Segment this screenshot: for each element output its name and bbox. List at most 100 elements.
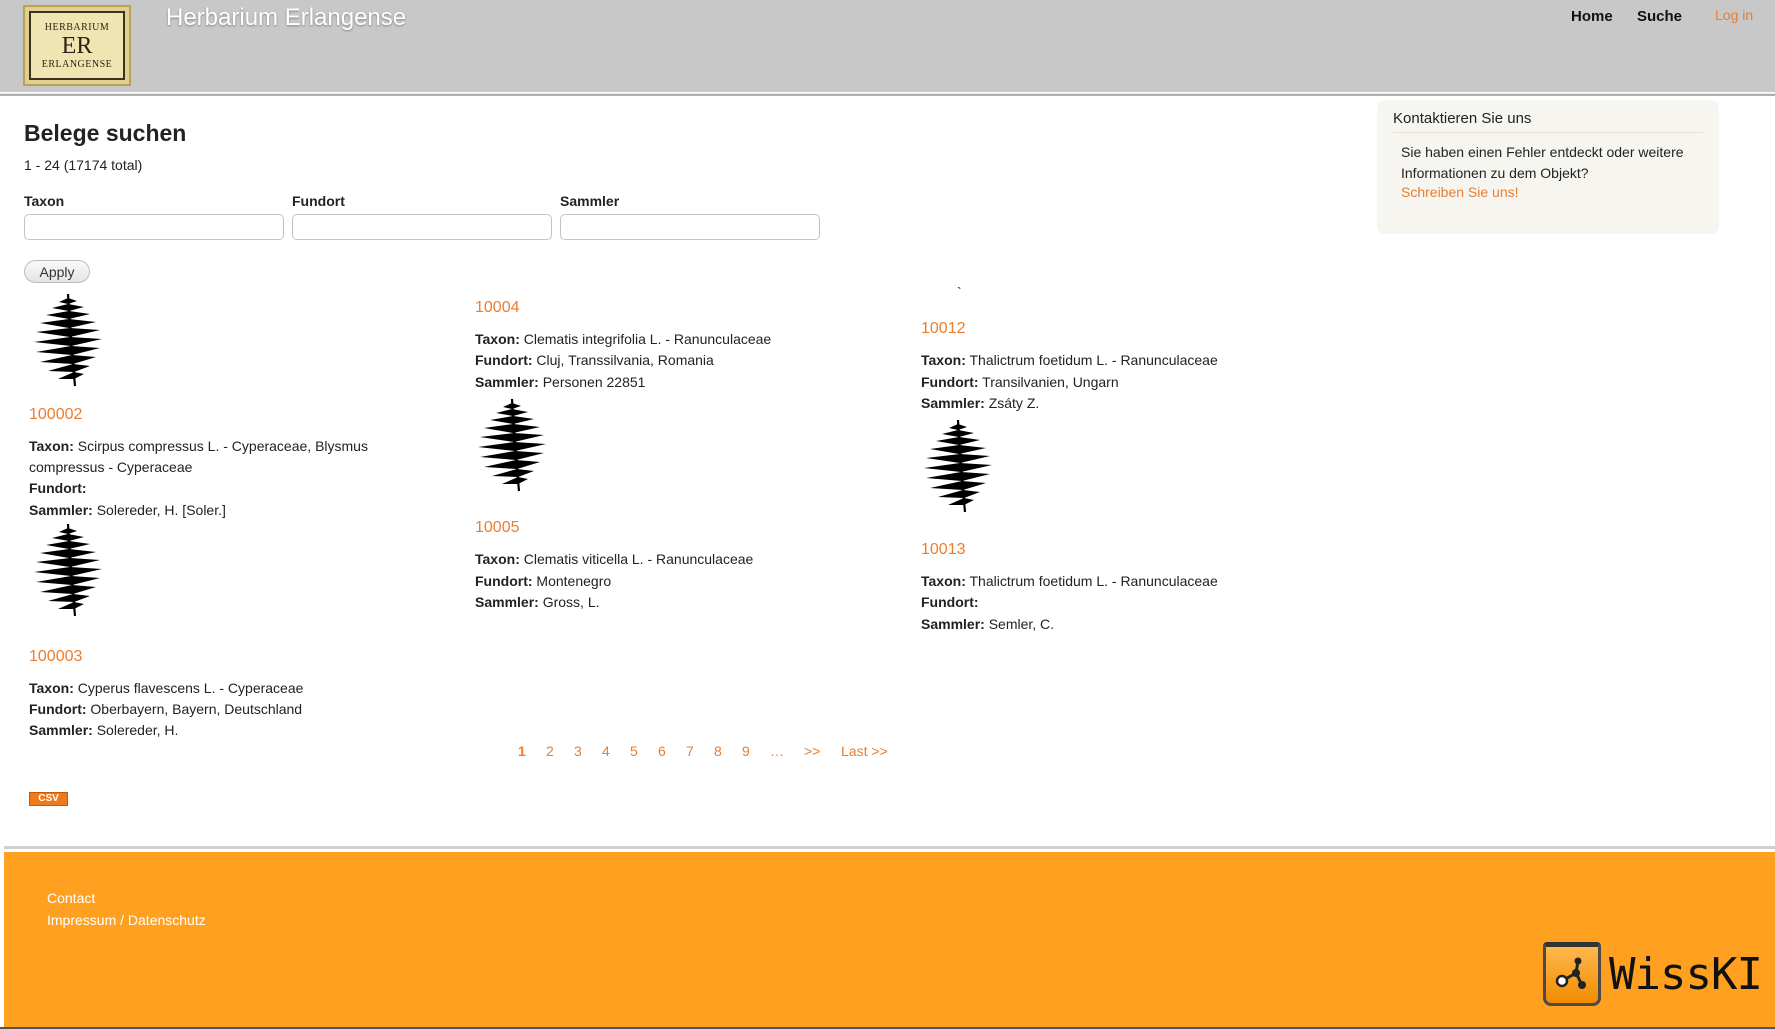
fundort-value: Transilvanien, Ungarn bbox=[982, 374, 1119, 390]
header-divider bbox=[0, 93, 1775, 96]
wisski-wordmark: WissKI bbox=[1609, 948, 1763, 1000]
record-taxon-continued: compressus - Cyperaceae bbox=[29, 459, 193, 475]
result-count: 1 - 24 (17174 total) bbox=[24, 157, 143, 173]
sammler-value: Personen 22851 bbox=[542, 374, 646, 390]
fundort-value: Montenegro bbox=[536, 573, 612, 589]
sammler-label: Sammler: bbox=[921, 395, 985, 411]
record-id-link[interactable]: 100002 bbox=[29, 406, 82, 424]
record-sammler: Sammler: Solereder, H. [Soler.] bbox=[29, 500, 226, 521]
filter-label-taxon: Taxon bbox=[24, 193, 65, 209]
record-taxon: Taxon: Scirpus compressus L. - Cyperacea… bbox=[29, 436, 368, 457]
record-taxon: Taxon: Clematis viticella L. - Ranuncula… bbox=[475, 549, 753, 570]
record-id-link[interactable]: 100003 bbox=[29, 648, 82, 666]
taxon-label: Taxon: bbox=[921, 573, 966, 589]
contact-block: Kontaktieren Sie uns Sie haben einen Feh… bbox=[1377, 100, 1719, 234]
stray-mark: ` bbox=[957, 284, 962, 300]
record-taxon: Taxon: Thalictrum foetidum L. - Ranuncul… bbox=[921, 350, 1218, 371]
record-fundort: Fundort: Oberbayern, Bayern, Deutschland bbox=[29, 699, 302, 720]
fundort-label: Fundort: bbox=[29, 480, 87, 496]
fundort-input[interactable] bbox=[292, 214, 552, 240]
contact-block-divider bbox=[1393, 132, 1703, 133]
taxon-value: Clematis viticella L. - Ranunculaceae bbox=[523, 551, 754, 567]
logo-line-3: ERLANGENSE bbox=[41, 58, 113, 70]
apply-button[interactable]: Apply bbox=[24, 260, 90, 283]
site-footer: Contact Impressum / Datenschutz bbox=[4, 852, 1775, 1029]
fundort-label: Fundort: bbox=[475, 573, 533, 589]
record-fundort: Fundort: Montenegro bbox=[475, 571, 611, 592]
taxon-value: Clematis integrifolia L. - Ranunculaceae bbox=[523, 331, 772, 347]
site-name[interactable]: Herbarium Erlangense bbox=[166, 4, 406, 32]
logo-line-1: HERBARIUM bbox=[44, 21, 110, 33]
fundort-label: Fundort: bbox=[921, 594, 979, 610]
record-taxon: Taxon: Thalictrum foetidum L. - Ranuncul… bbox=[921, 571, 1218, 592]
sammler-label: Sammler: bbox=[921, 616, 985, 632]
sammler-value: Gross, L. bbox=[542, 594, 600, 610]
taxon-value: Thalictrum foetidum L. - Ranunculaceae bbox=[969, 352, 1218, 368]
sammler-label: Sammler: bbox=[475, 594, 539, 610]
fundort-label: Fundort: bbox=[29, 701, 87, 717]
record-fundort: Fundort: bbox=[921, 592, 979, 613]
taxon-label: Taxon: bbox=[475, 331, 520, 347]
fundort-label: Fundort: bbox=[921, 374, 979, 390]
record-sammler: Sammler: Semler, C. bbox=[921, 614, 1054, 635]
pager-page-link[interactable]: 7 bbox=[686, 743, 694, 759]
record-fundort: Fundort: Cluj, Transsilvania, Romania bbox=[475, 350, 714, 371]
wisski-logo[interactable]: WissKI bbox=[1543, 942, 1763, 1006]
pager-next-link[interactable]: >> bbox=[804, 743, 820, 759]
taxon-value: Cyperus flavescens L. - Cyperaceae bbox=[77, 680, 304, 696]
taxon-value: Thalictrum foetidum L. - Ranunculaceae bbox=[969, 573, 1218, 589]
footer-contact-link[interactable]: Contact bbox=[47, 890, 95, 906]
pager-page-link[interactable]: 2 bbox=[546, 743, 554, 759]
pager-page-link[interactable]: 5 bbox=[630, 743, 638, 759]
page-title: Belege suchen bbox=[24, 120, 187, 146]
taxon-label: Taxon: bbox=[29, 438, 74, 454]
taxon-label: Taxon: bbox=[29, 680, 74, 696]
record-sammler: Sammler: Solereder, H. bbox=[29, 720, 178, 741]
sammler-label: Sammler: bbox=[29, 502, 93, 518]
sammler-value: Solereder, H. bbox=[96, 722, 179, 738]
taxon-label: Taxon: bbox=[921, 352, 966, 368]
record-id-link[interactable]: 10005 bbox=[475, 519, 520, 537]
pager-page-link[interactable]: 4 bbox=[602, 743, 610, 759]
record-sammler: Sammler: Zsáty Z. bbox=[921, 393, 1039, 414]
record-sammler: Sammler: Gross, L. bbox=[475, 592, 600, 613]
filter-label-sammler: Sammler bbox=[560, 193, 620, 209]
fern-thumbnail-icon[interactable] bbox=[28, 292, 108, 388]
nav-suche[interactable]: Suche bbox=[1637, 8, 1682, 25]
login-link[interactable]: Log in bbox=[1715, 7, 1753, 23]
sammler-input[interactable] bbox=[560, 214, 820, 240]
footer-impressum-link[interactable]: Impressum / Datenschutz bbox=[47, 912, 206, 928]
taxon-value: Scirpus compressus L. - Cyperaceae, Blys… bbox=[77, 438, 368, 454]
taxon-input[interactable] bbox=[24, 214, 284, 240]
fern-thumbnail-icon[interactable] bbox=[28, 522, 108, 618]
logo-emblem: HERBARIUM ER ERLANGENSE bbox=[29, 11, 125, 80]
fundort-value: Cluj, Transsilvania, Romania bbox=[536, 352, 714, 368]
pager-page-link[interactable]: 8 bbox=[714, 743, 722, 759]
nav-home[interactable]: Home bbox=[1571, 8, 1613, 25]
pager-last-link[interactable]: Last >> bbox=[841, 743, 888, 759]
fern-thumbnail-icon[interactable] bbox=[918, 418, 998, 514]
fern-thumbnail-icon[interactable] bbox=[472, 397, 552, 493]
sammler-value: Zsáty Z. bbox=[988, 395, 1040, 411]
record-taxon: Taxon: Cyperus flavescens L. - Cyperacea… bbox=[29, 678, 303, 699]
pager-page-link[interactable]: 6 bbox=[658, 743, 666, 759]
site-logo[interactable]: HERBARIUM ER ERLANGENSE bbox=[23, 5, 131, 86]
fundort-label: Fundort: bbox=[475, 352, 533, 368]
pager-page-link[interactable]: 3 bbox=[574, 743, 582, 759]
wisski-glass-icon bbox=[1543, 942, 1601, 1006]
contact-write-link[interactable]: Schreiben Sie uns! bbox=[1401, 184, 1519, 200]
fundort-value: Oberbayern, Bayern, Deutschland bbox=[90, 701, 303, 717]
record-id-link[interactable]: 10013 bbox=[921, 541, 966, 559]
contact-block-text: Sie haben einen Fehler entdeckt oder wei… bbox=[1401, 144, 1684, 181]
contact-block-title: Kontaktieren Sie uns bbox=[1393, 110, 1532, 127]
sammler-value: Semler, C. bbox=[988, 616, 1055, 632]
csv-export-button[interactable]: CSV bbox=[29, 792, 68, 806]
sammler-label: Sammler: bbox=[475, 374, 539, 390]
pager-page-link[interactable]: 9 bbox=[742, 743, 750, 759]
site-header: HERBARIUM ER ERLANGENSE Herbarium Erlang… bbox=[0, 0, 1775, 92]
pager-current-page: 1 bbox=[518, 743, 526, 759]
filter-label-fundort: Fundort bbox=[292, 193, 345, 209]
record-id-link[interactable]: 10004 bbox=[475, 299, 520, 317]
record-id-link[interactable]: 10012 bbox=[921, 320, 966, 338]
record-sammler: Sammler: Personen 22851 bbox=[475, 372, 645, 393]
